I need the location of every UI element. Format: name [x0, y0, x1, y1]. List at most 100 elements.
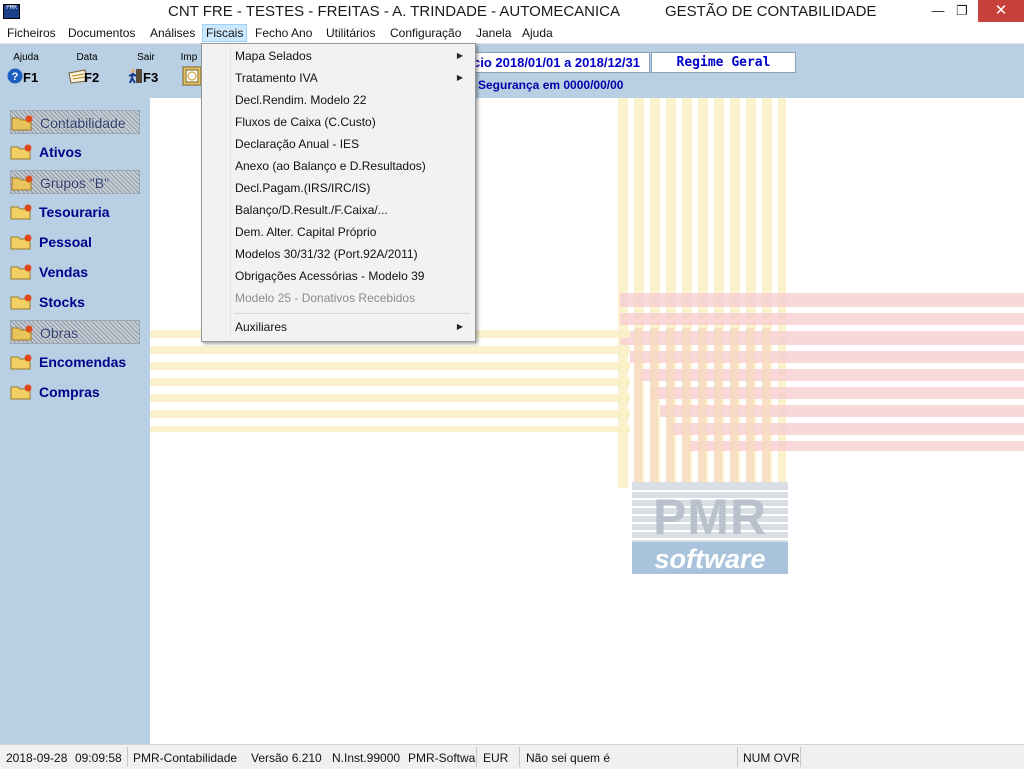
menu-configuracao[interactable]: Configuração: [387, 25, 464, 41]
menu-item-tratamento-iva[interactable]: Tratamento IVA ▶: [235, 69, 471, 87]
close-button[interactable]: ✕: [978, 0, 1024, 22]
menu-item-label: Modelo 25 - Donativos Recebidos: [235, 291, 416, 305]
submenu-arrow-icon: ▶: [456, 322, 463, 331]
status-inst: N.Inst.99000: [332, 751, 401, 765]
menu-fecho-ano[interactable]: Fecho Ano: [252, 25, 315, 41]
folder-icon: [11, 175, 33, 191]
menu-item-decl-rendim-modelo-22[interactable]: Decl.Rendim. Modelo 22: [235, 91, 471, 109]
menu-item-label: Modelos 30/31/32 (Port.92A/2011): [235, 247, 418, 261]
sidebar-item-tesouraria[interactable]: Tesouraria: [10, 200, 140, 224]
menu-item-label: Fluxos de Caixa (C.Custo): [235, 115, 376, 129]
help-icon: ?: [7, 68, 23, 84]
toolbar: Ajuda ? F1 Data F2 Sair F3 Imp cio 2018/…: [0, 44, 1024, 98]
menu-item-balanco[interactable]: Balanço/D.Result./F.Caixa/...: [235, 201, 471, 219]
restore-button[interactable]: ❐: [947, 0, 977, 22]
window-title: CNT FRE - TESTES - FREITAS - A. TRINDADE…: [168, 3, 620, 20]
folder-icon: [11, 115, 33, 131]
menu-item-label: Dem. Alter. Capital Próprio: [235, 225, 377, 239]
menu-item-mapa-selados[interactable]: Mapa Selados ▶: [235, 47, 471, 65]
submenu-arrow-icon: ▶: [456, 73, 463, 82]
menu-bar: Ficheiros Documentos Análises Fiscais Fe…: [0, 23, 1024, 44]
regime-field: Regime Geral: [651, 52, 796, 73]
menu-item-label: Mapa Selados: [235, 49, 312, 63]
sidebar-item-label: Grupos "B": [40, 175, 110, 191]
status-date: 2018-09-28: [6, 751, 68, 765]
menu-item-label: Balanço/D.Result./F.Caixa/...: [235, 203, 388, 217]
sidebar-item-obras[interactable]: Obras: [10, 320, 140, 344]
svg-text:?: ?: [12, 71, 19, 83]
status-divider: [476, 747, 477, 767]
menu-separator: [234, 313, 470, 314]
help-button[interactable]: Ajuda ? F1: [1, 50, 51, 90]
menu-item-anexo[interactable]: Anexo (ao Balanço e D.Resultados): [235, 157, 471, 175]
folder-icon: [10, 264, 32, 280]
sidebar-item-label: Pessoal: [39, 234, 92, 250]
status-vendor: PMR-Softwa: [408, 751, 476, 765]
menu-item-decl-pagam[interactable]: Decl.Pagam.(IRS/IRC/IS): [235, 179, 471, 197]
title-bar: PMR CNT FRE - TESTES - FREITAS - A. TRIN…: [0, 0, 1024, 23]
menu-ajuda[interactable]: Ajuda: [519, 25, 556, 41]
menu-ficheiros[interactable]: Ficheiros: [4, 25, 59, 41]
status-version: Versão 6.210: [251, 751, 322, 765]
exit-button[interactable]: Sair F3: [121, 50, 171, 90]
folder-icon: [10, 354, 32, 370]
menu-item-label: Auxiliares: [235, 320, 288, 334]
menu-item-fluxos-de-caixa[interactable]: Fluxos de Caixa (C.Custo): [235, 113, 471, 131]
menu-item-modelo-25: Modelo 25 - Donativos Recebidos: [235, 289, 471, 307]
menu-item-obrigacoes-acessorias[interactable]: Obrigações Acessórias - Modelo 39: [235, 267, 471, 285]
menu-item-label: Anexo (ao Balanço e D.Resultados): [235, 159, 426, 173]
fiscais-dropdown-menu: Mapa Selados ▶ Tratamento IVA ▶ Decl.Ren…: [201, 43, 476, 342]
window-subtitle: GESTÃO DE CONTABILIDADE: [665, 3, 877, 20]
sidebar-item-label: Obras: [40, 325, 79, 341]
menu-utilitarios[interactable]: Utilitários: [323, 25, 378, 41]
menu-item-label: Declaração Anual - IES: [235, 137, 360, 151]
exit-icon: [128, 69, 142, 84]
menu-item-label: Obrigações Acessórias - Modelo 39: [235, 269, 425, 283]
menu-item-auxiliares[interactable]: Auxiliares ▶: [235, 318, 471, 336]
sidebar-item-ativos[interactable]: Ativos: [10, 140, 140, 164]
menu-item-label: Tratamento IVA: [235, 71, 318, 85]
status-divider: [127, 747, 128, 767]
app-icon[interactable]: PMR: [3, 4, 20, 19]
sidebar-item-label: Stocks: [39, 294, 85, 310]
status-bar: 2018-09-28 09:09:58 PMR-Contabilidade Ve…: [0, 744, 1024, 769]
menu-analises[interactable]: Análises: [147, 25, 198, 41]
folder-icon: [10, 294, 32, 310]
folder-icon: [10, 204, 32, 220]
sidebar-item-contabilidade[interactable]: Contabilidade: [10, 110, 140, 134]
date-key: F2: [84, 70, 100, 85]
status-currency: EUR: [483, 751, 509, 765]
security-label: Segurança em 0000/00/00: [478, 78, 624, 92]
sidebar-item-label: Contabilidade: [40, 115, 126, 131]
sidebar-item-pessoal[interactable]: Pessoal: [10, 230, 140, 254]
logo-top-text: PMR: [653, 489, 767, 545]
sidebar-item-encomendas[interactable]: Encomendas: [10, 350, 140, 374]
folder-icon: [10, 234, 32, 250]
date-button-label: Data: [76, 52, 98, 63]
submenu-arrow-icon: ▶: [456, 51, 463, 60]
sidebar-item-grupos-b[interactable]: Grupos "B": [10, 170, 140, 194]
folder-icon: [11, 325, 33, 341]
status-divider: [737, 747, 738, 767]
sidebar-item-label: Compras: [39, 384, 100, 400]
menu-item-label: Decl.Pagam.(IRS/IRC/IS): [235, 181, 371, 195]
exit-button-label: Sair: [137, 52, 155, 63]
print-button[interactable]: Imp: [176, 50, 202, 90]
menu-fiscais[interactable]: Fiscais: [202, 24, 248, 42]
folder-icon: [10, 144, 32, 160]
status-user: Não sei quem é: [526, 751, 611, 765]
help-button-label: Ajuda: [13, 52, 39, 63]
help-key: F1: [23, 70, 39, 85]
menu-documentos[interactable]: Documentos: [65, 25, 138, 41]
menu-item-dem-alter-capital[interactable]: Dem. Alter. Capital Próprio: [235, 223, 471, 241]
sidebar-item-label: Encomendas: [39, 354, 127, 370]
sidebar-item-vendas[interactable]: Vendas: [10, 260, 140, 284]
sidebar-item-label: Ativos: [39, 144, 82, 160]
menu-item-declaracao-anual-ies[interactable]: Declaração Anual - IES: [235, 135, 471, 153]
menu-item-modelos-30-31-32[interactable]: Modelos 30/31/32 (Port.92A/2011): [235, 245, 471, 263]
menu-item-label: Decl.Rendim. Modelo 22: [235, 93, 367, 107]
sidebar-item-stocks[interactable]: Stocks: [10, 290, 140, 314]
date-button[interactable]: Data F2: [62, 50, 112, 90]
menu-janela[interactable]: Janela: [473, 25, 514, 41]
sidebar-item-compras[interactable]: Compras: [10, 380, 140, 404]
